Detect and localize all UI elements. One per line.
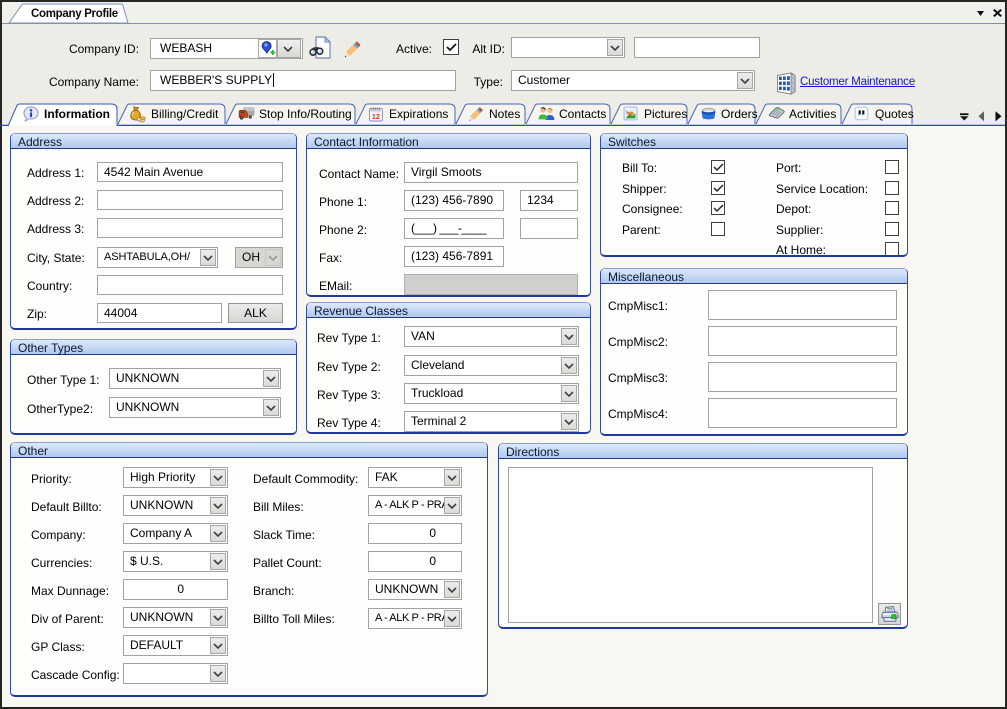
svg-text:12: 12: [372, 112, 380, 121]
